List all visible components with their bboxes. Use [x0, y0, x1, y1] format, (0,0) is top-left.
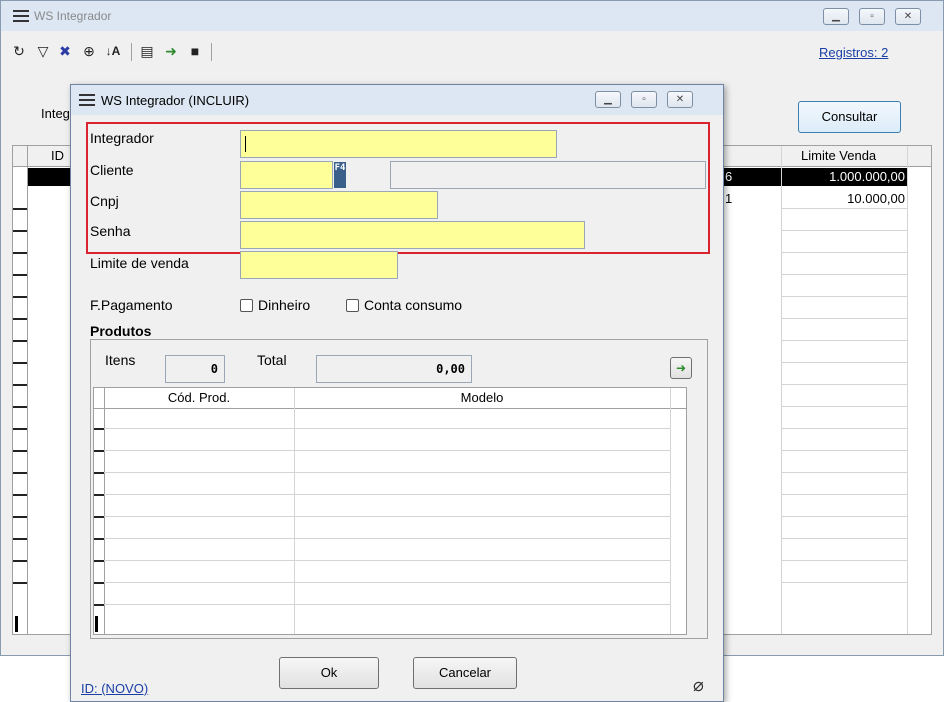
col-cod-prod-header[interactable]: Cód. Prod.: [104, 388, 294, 408]
maximize-button[interactable]: ▫: [859, 8, 885, 25]
text-cursor: [245, 136, 246, 152]
main-window-title: WS Integrador: [34, 9, 112, 23]
filter-label: Integ: [41, 106, 70, 121]
grid-cursor: [15, 616, 18, 632]
row1-limite: 1.000.000,00: [829, 169, 905, 184]
cliente-input[interactable]: [240, 161, 333, 189]
dinheiro-checkbox[interactable]: [240, 299, 253, 312]
senha-input[interactable]: [240, 221, 585, 249]
integrador-label: Integrador: [90, 130, 154, 146]
cliente-name-field: [390, 161, 706, 189]
save-icon[interactable]: ■: [187, 43, 203, 59]
export-icon[interactable]: ➜: [163, 43, 179, 59]
cnpj-label: Cnpj: [90, 193, 119, 209]
dialog-maximize-button[interactable]: ▫: [631, 91, 657, 108]
refresh-icon[interactable]: ↻: [11, 43, 27, 59]
dialog-minimize-button[interactable]: ▁: [595, 91, 621, 108]
id-link[interactable]: ID: (NOVO): [81, 681, 148, 696]
integrador-input[interactable]: [240, 130, 557, 158]
cliente-label: Cliente: [90, 162, 134, 178]
incluir-dialog: WS Integrador (INCLUIR) ▁ ▫ ✕ Integrador…: [70, 84, 724, 702]
attachment-icon[interactable]: ⌀: [693, 675, 704, 696]
toolbar-separator: [131, 43, 132, 61]
close-icon: ✕: [903, 11, 913, 22]
menu-hamburger-icon[interactable]: [13, 10, 29, 22]
dinheiro-label[interactable]: Dinheiro: [258, 297, 310, 313]
row2-limite: 10.000,00: [847, 191, 905, 206]
close-icon: ✕: [675, 94, 685, 105]
dialog-titlebar[interactable]: WS Integrador (INCLUIR) ▁ ▫ ✕: [71, 85, 723, 115]
dialog-menu-icon[interactable]: [79, 94, 95, 106]
fpagamento-label: F.Pagamento: [90, 297, 173, 313]
sort-az-icon[interactable]: ↓A: [105, 43, 121, 59]
conta-consumo-checkbox[interactable]: [346, 299, 359, 312]
produtos-panel: Itens 0 Total 0,00 ➜ Cód. Prod. Modelo: [90, 339, 708, 639]
add-product-button[interactable]: ➜: [670, 357, 692, 379]
conta-consumo-label[interactable]: Conta consumo: [364, 297, 462, 313]
limite-label: Limite de venda: [90, 255, 189, 271]
print-icon[interactable]: ▤: [139, 43, 155, 59]
close-button[interactable]: ✕: [895, 8, 921, 25]
minimize-icon: ▁: [832, 11, 840, 22]
senha-label: Senha: [90, 223, 131, 239]
consultar-button[interactable]: Consultar: [798, 101, 901, 133]
total-field: 0,00: [316, 355, 472, 383]
itens-label: Itens: [105, 352, 136, 368]
search-icon[interactable]: ⊕: [81, 43, 97, 59]
itens-count-field: 0: [165, 355, 225, 383]
cancelar-button[interactable]: Cancelar: [413, 657, 517, 689]
cnpj-input[interactable]: [240, 191, 438, 219]
row2-partial: 1: [725, 191, 733, 206]
export-icon: ➜: [675, 361, 687, 375]
toolbar-separator: [211, 43, 212, 61]
filter-icon[interactable]: ▽: [35, 43, 51, 59]
total-label: Total: [257, 352, 287, 368]
dialog-title: WS Integrador (INCLUIR): [101, 93, 250, 108]
produtos-grid-cursor: [95, 616, 98, 632]
main-titlebar[interactable]: WS Integrador ▁ ▫ ✕: [1, 1, 943, 31]
registros-link[interactable]: Registros: 2: [819, 45, 888, 60]
row1-partial: 6: [725, 169, 733, 184]
col-limite-header[interactable]: Limite Venda: [801, 147, 876, 165]
produtos-section-title: Produtos: [90, 323, 152, 339]
minimize-button[interactable]: ▁: [823, 8, 849, 25]
col-id-header[interactable]: ID: [51, 147, 64, 165]
ok-button[interactable]: Ok: [279, 657, 379, 689]
clear-filter-icon[interactable]: ✖: [57, 43, 73, 59]
maximize-icon: ▫: [870, 11, 874, 22]
limite-input[interactable]: [240, 251, 398, 279]
dialog-close-button[interactable]: ✕: [667, 91, 693, 108]
col-modelo-header[interactable]: Modelo: [294, 388, 670, 408]
minimize-icon: ▁: [604, 94, 612, 105]
f4-lookup-button[interactable]: F4: [334, 162, 346, 188]
produtos-grid[interactable]: Cód. Prod. Modelo: [93, 387, 687, 635]
maximize-icon: ▫: [642, 94, 646, 105]
